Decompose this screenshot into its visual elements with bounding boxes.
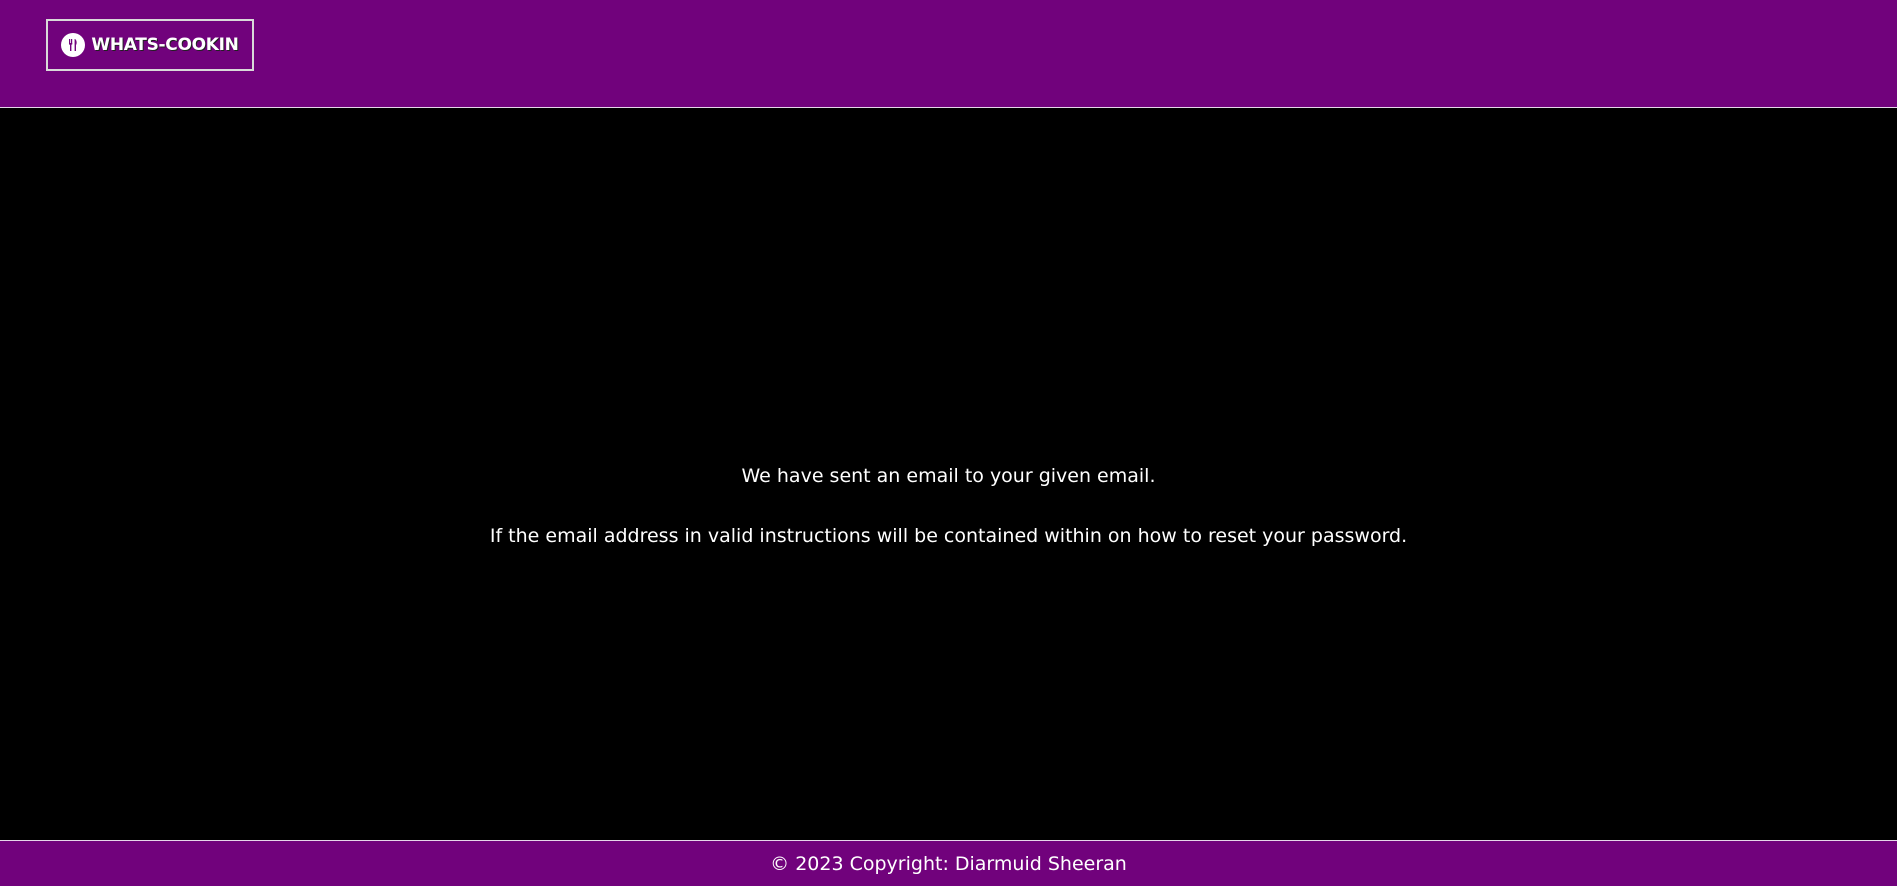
reset-instructions-message: If the email address in valid instructio… <box>489 525 1408 547</box>
site-header: WHATS-COOKIN <box>0 0 1897 108</box>
logo-text: WHATS-COOKIN <box>91 35 239 55</box>
email-sent-message: We have sent an email to your given emai… <box>741 465 1156 487</box>
main-content: We have sent an email to your given emai… <box>0 108 1897 840</box>
fork-knife-icon <box>61 33 86 57</box>
copyright-text: © 2023 Copyright: Diarmuid Sheeran <box>770 852 1127 875</box>
site-footer: © 2023 Copyright: Diarmuid Sheeran <box>0 840 1897 886</box>
home-logo-link[interactable]: WHATS-COOKIN <box>46 19 254 71</box>
